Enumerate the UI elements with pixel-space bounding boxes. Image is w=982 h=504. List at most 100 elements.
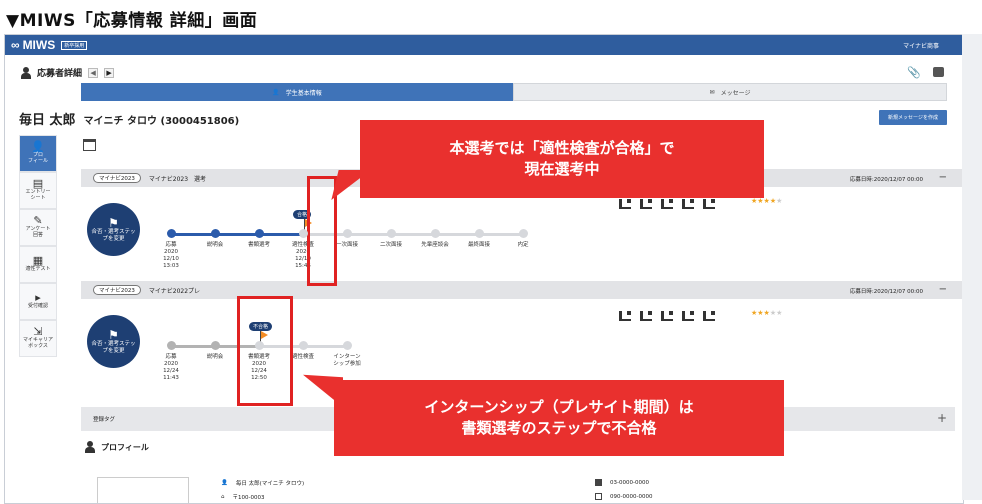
callout-top-line1: 本選考では「適性検査が合格」で <box>449 139 675 157</box>
action-icon[interactable] <box>619 199 631 209</box>
rating-stars[interactable]: ★★★★★ <box>751 309 782 317</box>
callout-bottom: インターンシップ（プレサイト期間）は 書類選考のステップで不合格 <box>334 380 784 456</box>
sidebar-item-career-box[interactable]: ⇲ マイキャリア ボックス <box>19 320 57 357</box>
collapse-toggle[interactable]: − <box>939 284 947 295</box>
action-icon[interactable] <box>703 311 715 321</box>
sidebar-item-review[interactable]: ▸ 受付確認 <box>19 283 57 320</box>
step-label: 応募 <box>165 242 177 248</box>
sidebar-item-label: プロ フィール <box>28 151 48 164</box>
tab-bar: 👤 学生基本情報 ✉ メッセージ <box>81 83 947 101</box>
step-dot <box>210 229 220 238</box>
sidebar-item-test[interactable]: ▦ 適性テスト <box>19 246 57 283</box>
section-title: マイナビ2022プレ <box>148 287 201 295</box>
step-label: 説明会 <box>206 242 224 248</box>
profile-phone: 03-0000-0000 <box>610 479 649 486</box>
step-dot <box>430 229 440 238</box>
tab-student-info[interactable]: 👤 学生基本情報 <box>81 83 513 101</box>
step-item: 二次面接 <box>369 229 435 270</box>
survey-icon: ✎ <box>33 213 43 227</box>
change-step-button[interactable]: ⚑ 合否・選考ステップを変更 <box>87 315 140 368</box>
change-step-button[interactable]: ⚑ 合否・選考ステップを変更 <box>87 203 140 256</box>
logo-badge: 新卒採用 <box>61 40 88 50</box>
action-icon[interactable] <box>682 199 694 209</box>
profile-name: 毎日 太郎(マイニチ タロウ) <box>235 481 305 487</box>
action-icon[interactable] <box>682 311 694 321</box>
action-icon[interactable] <box>619 311 631 321</box>
print-icon[interactable] <box>933 67 944 77</box>
step-date: 2020 12/24 11:43 <box>163 361 179 381</box>
document-title: ▼MIWS「応募情報 詳細」画面 <box>6 11 258 31</box>
collapse-toggle[interactable]: − <box>939 172 947 183</box>
step-item: 内定 <box>501 229 545 270</box>
highlight-box <box>237 296 293 406</box>
envelope-icon: ✉ <box>709 88 715 96</box>
step-label: 書類選考 <box>247 242 270 248</box>
profile-phone-row: 03-0000-0000 <box>595 479 649 486</box>
action-icon[interactable] <box>640 199 652 209</box>
step-date: 2020 12/10 13:03 <box>163 249 179 269</box>
calendar-icon[interactable] <box>83 139 96 151</box>
sidebar-item-label: 受付確認 <box>27 302 48 309</box>
person-icon <box>85 441 95 453</box>
page-header: 応募者詳細 ◀ ▶ <box>21 66 115 79</box>
logo-text: MIWS <box>22 38 56 52</box>
action-icon[interactable] <box>703 199 715 209</box>
test-icon: ▦ <box>32 253 44 267</box>
step-label: 説明会 <box>206 354 224 360</box>
action-icons <box>619 311 715 321</box>
page-edge <box>962 34 982 500</box>
apply-date: 応募日時:2020/12/07 00:00 <box>849 289 923 295</box>
tab-message[interactable]: ✉ メッセージ <box>513 83 947 101</box>
step-dot <box>342 229 352 238</box>
prev-button[interactable]: ◀ <box>88 67 99 78</box>
profile-name-row: 👤 毎日 太郎(マイニチ タロウ) <box>221 479 304 487</box>
person-icon: 👤 <box>221 480 228 486</box>
new-message-button[interactable]: 新規メッセージを作成 <box>879 110 947 125</box>
step-item: 先輩座談会 <box>413 229 479 270</box>
step-label: 応募 <box>165 354 177 360</box>
star-on: ★★★ <box>751 309 770 317</box>
applicant-name-text: 毎日 太郎 <box>19 113 76 128</box>
sidebar-item-entry-sheet[interactable]: ▤ エントリー シート <box>19 172 57 209</box>
apply-date: 応募日時:2020/12/07 00:00 <box>849 177 923 183</box>
step-dot <box>210 341 220 350</box>
step-dot <box>474 229 484 238</box>
action-icon[interactable] <box>661 199 673 209</box>
sidebar-item-label: エントリー シート <box>25 188 51 201</box>
sidebar: 👤 プロ フィール ▤ エントリー シート ✎ アンケート 回答 ▦ 適性テスト… <box>19 135 57 357</box>
step-item: 書類選考 <box>237 229 303 270</box>
sidebar-item-label: 適性テスト <box>25 265 51 272</box>
add-tag-button[interactable]: + <box>937 411 947 425</box>
person-icon: 👤 <box>31 139 45 153</box>
paperclip-icon[interactable]: 📎 <box>907 66 921 79</box>
callout-top-line2: 現在選考中 <box>524 160 600 178</box>
sidebar-item-profile[interactable]: 👤 プロ フィール <box>19 135 57 172</box>
step-item: 最終面接 <box>457 229 523 270</box>
action-icon[interactable] <box>640 311 652 321</box>
applicant-name: 毎日 太郎 マイニチ タロウ (3000451806) <box>19 109 239 128</box>
company-name[interactable]: マイナビ商事 <box>903 41 939 50</box>
profile-mobile-row: 090-0000-0000 <box>595 493 652 500</box>
flag-icon: ⚑ <box>108 215 119 230</box>
next-button[interactable]: ▶ <box>104 67 115 78</box>
action-icons <box>619 199 715 209</box>
step-dot <box>166 341 176 350</box>
applicant-kana-id: マイニチ タロウ (3000451806) <box>83 116 240 127</box>
media-pill: マイナビ2023 <box>93 173 141 183</box>
step-dot <box>298 341 308 350</box>
step-dot <box>254 341 264 350</box>
step-dot <box>518 229 528 238</box>
sidebar-item-survey[interactable]: ✎ アンケート 回答 <box>19 209 57 246</box>
change-step-label: 合否・選考ステップを変更 <box>91 340 136 354</box>
app-logo[interactable]: ∞ MIWS 新卒採用 <box>11 38 88 52</box>
step-label: 二次面接 <box>379 242 402 248</box>
review-icon: ▸ <box>35 290 41 304</box>
tab-label: 学生基本情報 <box>285 89 322 97</box>
section-title: マイナビ2023 選考 <box>148 175 207 183</box>
action-icon[interactable] <box>661 311 673 321</box>
section-header: マイナビ2023 マイナビ2022プレ 応募日時:2020/12/07 00:0… <box>81 281 963 299</box>
step-item: 説明会 <box>193 341 259 382</box>
rating-stars[interactable]: ★★★★★ <box>751 197 782 205</box>
page-title: 応募者詳細 <box>37 69 83 79</box>
star-off: ★★ <box>769 309 783 317</box>
